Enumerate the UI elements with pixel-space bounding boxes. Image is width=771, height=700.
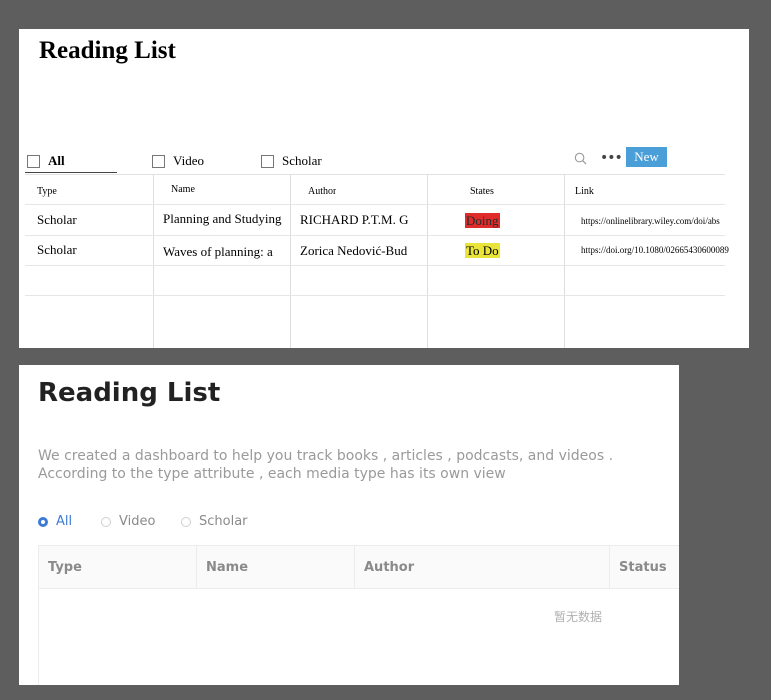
radio-all[interactable]: All xyxy=(38,514,72,529)
filter-scholar-label: Scholar xyxy=(282,153,322,168)
empty-state-text: 暂无数据 xyxy=(554,610,603,624)
checkbox-icon[interactable] xyxy=(261,154,274,168)
description-line: According to the type attribute , each m… xyxy=(38,466,506,482)
filter-scholar[interactable]: Scholar xyxy=(261,153,322,169)
table-cell-link[interactable]: https://onlinelibrary.wiley.com/doi/abs xyxy=(581,216,741,226)
filter-all[interactable]: All xyxy=(27,153,65,169)
active-filter-underline xyxy=(25,172,117,173)
column-divider xyxy=(427,174,428,348)
status-badge: To Do xyxy=(465,243,500,258)
radio-scholar-label: Scholar xyxy=(199,514,248,529)
column-header-type[interactable]: Type xyxy=(48,560,82,575)
column-divider xyxy=(196,546,197,588)
column-header-link[interactable]: Link xyxy=(575,186,594,197)
filter-video[interactable]: Video xyxy=(152,153,204,169)
column-divider xyxy=(354,546,355,588)
table-cell-type[interactable]: Scholar xyxy=(37,242,147,258)
column-divider xyxy=(153,174,154,348)
column-header-author[interactable]: Author xyxy=(308,186,336,197)
row-divider xyxy=(25,204,725,205)
table-cell-state[interactable]: Doing xyxy=(465,213,500,229)
column-header-name[interactable]: Name xyxy=(171,184,195,195)
column-divider xyxy=(609,546,610,588)
column-divider xyxy=(564,174,565,348)
page-title: Reading List xyxy=(39,37,176,64)
checkbox-icon[interactable] xyxy=(152,154,165,168)
table-cell-name[interactable]: Waves of planning: a xyxy=(163,244,282,260)
filter-all-label: All xyxy=(48,153,65,168)
radio-selected-icon[interactable] xyxy=(38,516,48,527)
table-cell-type[interactable]: Scholar xyxy=(37,212,147,228)
table-cell-author[interactable]: Zorica Nedović-Bud xyxy=(300,243,419,259)
checkbox-icon[interactable] xyxy=(27,154,40,168)
filter-video-label: Video xyxy=(173,153,204,168)
column-header-author[interactable]: Author xyxy=(364,560,414,575)
reading-list-panel-dashboard: Reading List We created a dashboard to h… xyxy=(19,365,679,685)
column-header-status[interactable]: Status xyxy=(619,560,667,575)
row-divider xyxy=(25,235,725,236)
radio-icon[interactable] xyxy=(101,516,111,527)
status-badge: Doing xyxy=(465,213,500,228)
description-line: We created a dashboard to help you track… xyxy=(38,448,614,464)
column-divider xyxy=(290,174,291,348)
search-icon[interactable] xyxy=(574,152,587,165)
page-description: We created a dashboard to help you track… xyxy=(38,447,613,483)
column-header-type[interactable]: Type xyxy=(37,186,57,197)
new-button[interactable]: New xyxy=(626,147,667,167)
row-divider xyxy=(25,295,725,296)
page-title: Reading List xyxy=(38,378,221,408)
table-cell-name[interactable]: Planning and Studying xyxy=(163,211,282,227)
row-divider xyxy=(25,265,725,266)
table-cell-link[interactable]: https://doi.org/10.1080/02665430600089 xyxy=(581,245,741,255)
table-top-border xyxy=(25,174,725,175)
radio-icon[interactable] xyxy=(181,516,191,527)
table-cell-author[interactable]: RICHARD P.T.M. G xyxy=(300,212,419,228)
reading-list-panel-notion: Reading List All Video Scholar ••• New T… xyxy=(19,29,749,348)
table-cell-state[interactable]: To Do xyxy=(465,243,500,259)
column-header-states[interactable]: States xyxy=(470,186,494,197)
media-table: Type Name Author Status 暂无数据 xyxy=(38,545,679,685)
radio-all-label: All xyxy=(56,514,73,529)
radio-video[interactable]: Video xyxy=(101,514,155,529)
radio-scholar[interactable]: Scholar xyxy=(181,514,248,529)
radio-video-label: Video xyxy=(119,514,156,529)
table-header: Type Name Author Status xyxy=(39,546,679,589)
column-header-name[interactable]: Name xyxy=(206,560,248,575)
more-options-icon[interactable]: ••• xyxy=(600,150,623,166)
